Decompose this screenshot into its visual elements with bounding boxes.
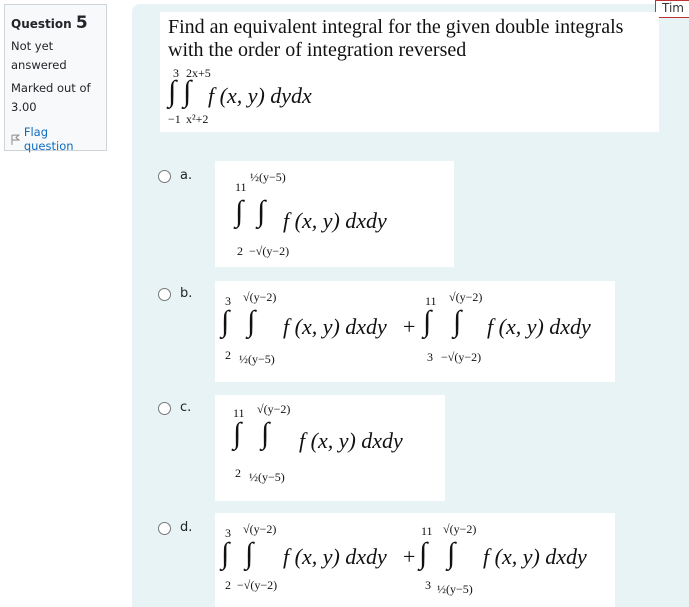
inner-upper-limit: √(y−2)	[443, 522, 477, 536]
flag-outline-icon	[11, 134, 20, 145]
integrand: f (x, y) dxdy	[283, 544, 387, 569]
option-letter: a.	[180, 168, 193, 183]
integrand: f (x, y) dxdy	[299, 428, 403, 453]
outer-lower-limit: 2	[225, 578, 231, 592]
marked-out-of: Marked out of 3.00	[11, 81, 91, 114]
timer-badge: Tim	[655, 0, 689, 18]
integral-sign: ∫	[168, 75, 177, 108]
inner-lower-limit: −√(y−2)	[237, 578, 278, 592]
inner-upper-limit: √(y−2)	[257, 402, 291, 416]
plus-sign: +	[403, 314, 416, 339]
radio-button[interactable]	[158, 170, 171, 183]
option-a[interactable]: a.	[158, 166, 192, 183]
inner-lower-limit: −√(y−2)	[441, 350, 482, 364]
outer-lower-limit: 2	[225, 348, 231, 362]
inner-lower-limit: ½(y−5)	[239, 352, 275, 366]
option-letter: b.	[180, 286, 193, 301]
integral-sign: ∫	[423, 305, 432, 338]
radio-button[interactable]	[158, 402, 171, 415]
inner-lower-limit: ½(y−5)	[249, 470, 285, 484]
integral-sign: ∫	[233, 417, 242, 450]
option-letter: c.	[180, 400, 192, 415]
outer-lower-limit: 2	[235, 466, 241, 480]
inner-upper-limit: √(y−2)	[243, 522, 277, 536]
integral-sign: ∫	[221, 305, 230, 338]
integrand: f (x, y) dxdy	[483, 544, 587, 569]
question-info-panel: Question 5 Not yet answered Marked out o…	[4, 4, 107, 153]
flag-question-link[interactable]: Flag question	[11, 125, 100, 153]
question-number: Question 5	[11, 13, 88, 33]
question-text-box: Find an equivalent integral for the give…	[160, 12, 659, 132]
option-c-formula: 11 √(y−2) ∫ ∫ 2 ½(y−5) f (x, y) dxdy	[215, 395, 445, 501]
inner-upper-limit: √(y−2)	[449, 290, 483, 304]
outer-lower-limit: 2	[237, 244, 243, 258]
outer-upper-limit: 11	[421, 524, 433, 538]
inner-lower-limit: x²+2	[186, 112, 209, 126]
integrand: f (x, y) dxdy	[487, 314, 591, 339]
integrand: f (x, y) dxdy	[283, 208, 387, 233]
option-d[interactable]: d.	[158, 518, 192, 535]
inner-lower-limit: ½(y−5)	[437, 582, 473, 596]
integral-sign: ∫	[447, 537, 456, 570]
inner-upper-limit: √(y−2)	[243, 290, 277, 304]
integral-sign: ∫	[419, 537, 428, 570]
integrand: f (x, y) dxdy	[283, 314, 387, 339]
outer-lower-limit: 3	[427, 350, 433, 364]
integral-sign: ∫	[221, 537, 230, 570]
question-text: Find an equivalent integral for the give…	[168, 16, 624, 61]
integral-sign: ∫	[245, 537, 254, 570]
radio-button[interactable]	[158, 288, 171, 301]
option-a-formula: 11 ½(y−5) ∫ ∫ 2 −√(y−2) f (x, y) dxdy	[215, 161, 454, 267]
integral-sign: ∫	[235, 195, 244, 228]
outer-upper-limit: 11	[235, 180, 247, 194]
integral-sign: ∫	[257, 195, 266, 228]
option-b[interactable]: b.	[158, 284, 192, 301]
integral-sign: ∫	[453, 305, 462, 338]
integrand: f (x, y) dydx	[208, 83, 312, 108]
option-letter: d.	[180, 520, 193, 535]
outer-lower-limit: −1	[168, 112, 181, 126]
question-integral: 3 2x+5 ∫ ∫ −1 x²+2 f (x, y) dydx	[168, 64, 368, 129]
integral-sign: ∫	[247, 305, 256, 338]
option-d-formula: 3 √(y−2) ∫ ∫ 2 −√(y−2) f (x, y) dxdy + 1…	[215, 513, 615, 607]
question-status: Not yet answered	[11, 39, 67, 72]
integral-sign: ∫	[261, 417, 270, 450]
option-c[interactable]: c.	[158, 398, 191, 415]
radio-button[interactable]	[158, 522, 171, 535]
inner-lower-limit: −√(y−2)	[249, 244, 290, 258]
plus-sign: +	[403, 544, 416, 569]
integral-sign: ∫	[183, 75, 192, 108]
inner-upper-limit: ½(y−5)	[250, 170, 286, 184]
option-b-formula: 3 √(y−2) ∫ ∫ 2 ½(y−5) f (x, y) dxdy + 11…	[215, 281, 615, 382]
outer-lower-limit: 3	[425, 578, 431, 592]
